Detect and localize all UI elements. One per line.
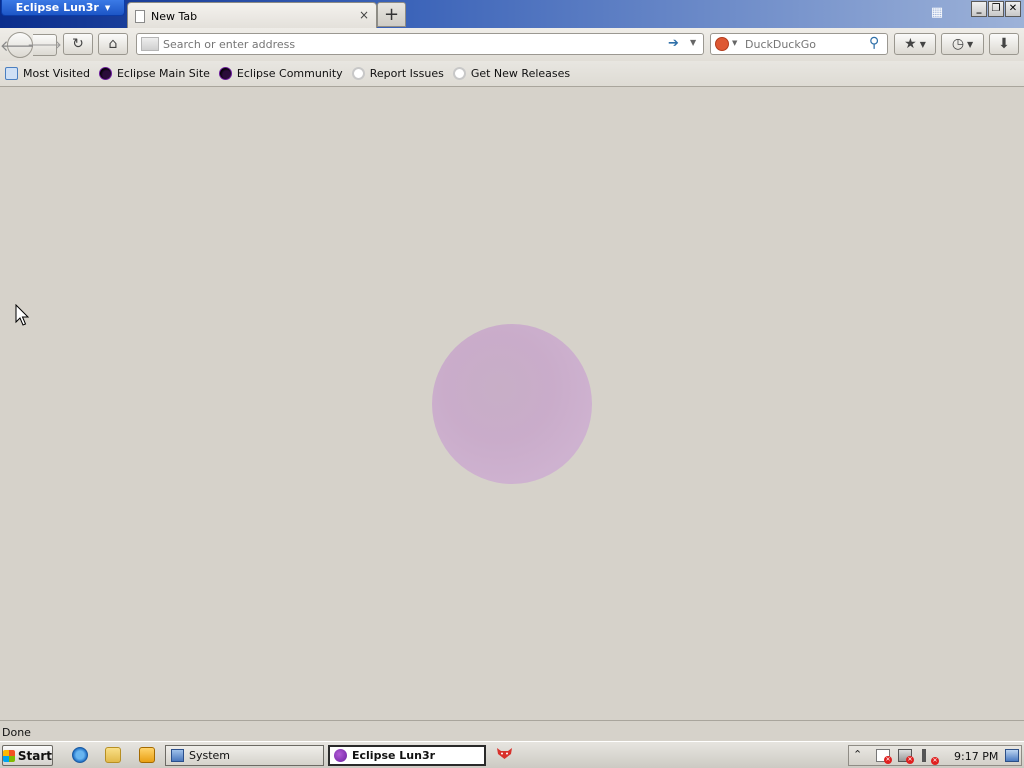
search-icon[interactable]: ⚲ [869,35,879,51]
tab-label: New Tab [151,9,198,23]
chevron-down-icon: ▼ [104,3,111,12]
taskbar-item-label: System [189,749,231,762]
close-window-button[interactable]: ✕ [1005,1,1021,17]
show-desktop-icon[interactable] [1005,749,1019,762]
home-button[interactable]: ⌂ [98,33,128,55]
search-input[interactable] [745,36,865,52]
clock[interactable]: 9:17 PM [954,750,998,763]
taskbar-item-eclipse-lun3r[interactable]: Eclipse Lun3r [328,745,486,766]
eclipse-icon [98,67,112,80]
github-icon [452,67,466,80]
bookmark-get-new-releases[interactable]: Get New Releases [452,67,571,80]
most-visited-icon [5,67,18,80]
address-bar[interactable]: ➔ ▼ [136,33,704,55]
chevron-up-icon[interactable]: ⌃ [853,748,862,761]
chevron-down-icon: ▼ [919,39,926,49]
bookmark-star-icon: ★ [904,36,917,52]
bookmark-label: Most Visited [23,67,90,80]
mouse-cursor-icon [15,304,30,326]
taskbar-item-system[interactable]: System [165,745,324,766]
clock-icon: ◷ [951,36,965,52]
bookmark-most-visited[interactable]: Most Visited [0,67,90,80]
close-tab-icon[interactable]: × [359,8,369,22]
github-icon [351,67,365,80]
volume-icon[interactable]: ✕ [922,749,939,765]
network-icon[interactable]: ✕ [898,749,914,764]
media-player-icon[interactable] [139,747,155,763]
downloads-button[interactable]: ⬇ [989,33,1019,55]
bookmarks-toolbar: Most Visited Eclipse Main Site Eclipse C… [0,61,1024,87]
new-tab-button[interactable]: + [377,2,406,27]
chevron-down-icon[interactable]: ▼ [732,39,737,47]
reload-button[interactable]: ↻ [63,33,93,55]
system-window-icon [171,749,184,762]
duckduckgo-icon[interactable] [715,37,729,51]
minimize-window-button[interactable]: _ [971,1,987,17]
tab-new-tab[interactable]: New Tab × [127,2,377,29]
eclipse-icon [334,749,347,762]
bookmarks-menu-button[interactable]: ★ ▼ [894,33,936,55]
chevron-down-icon: ▼ [967,39,974,49]
page-icon [135,9,145,23]
restore-window-button[interactable]: ❐ [988,1,1004,17]
status-text: Done [2,726,31,739]
taskbar-item-label: Eclipse Lun3r [352,749,436,762]
reload-icon: ↻ [72,36,84,52]
fox-mascot-icon[interactable] [496,747,513,760]
download-arrow-icon: ⬇ [998,36,1010,52]
history-button[interactable]: ◷ ▼ [941,33,984,55]
go-arrow-icon[interactable]: ➔ [668,36,679,51]
bookmark-label: Report Issues [369,67,444,80]
bookmark-label: Eclipse Main Site [116,67,210,80]
eclipse-icon [218,67,232,80]
internet-explorer-icon[interactable] [72,747,88,763]
bookmark-label: Eclipse Community [236,67,343,80]
moon-logo-icon [432,324,592,484]
site-identity-icon[interactable] [141,37,159,51]
app-menu-label: Eclipse Lun3r [15,1,99,14]
action-center-icon[interactable]: ✕ [876,749,892,764]
bookmark-eclipse-main-site[interactable]: Eclipse Main Site [98,67,210,80]
status-bar: Done [0,720,1024,742]
search-bar[interactable]: ▼ ⚲ [710,33,888,55]
home-icon: ⌂ [108,36,118,52]
app-menu-button[interactable]: Eclipse Lun3r ▼ [1,0,125,16]
address-input[interactable] [163,36,663,52]
bookmark-label: Get New Releases [470,67,571,80]
windows-logo-icon [3,749,15,762]
bookmark-eclipse-community[interactable]: Eclipse Community [218,67,343,80]
history-dropdown-icon[interactable]: ▼ [690,38,696,47]
system-tray: ⌃ ✕ ✕ ✕ 9:17 PM [848,745,1022,766]
start-label: Start [17,748,52,763]
forward-button[interactable]: 🡒 [27,34,62,56]
bookmark-report-issues[interactable]: Report Issues [351,67,444,80]
plus-icon: + [383,4,400,25]
start-button[interactable]: Start [2,745,53,766]
forward-arrow-icon: 🡒 [27,38,62,53]
folder-icon[interactable] [105,747,121,763]
list-all-tabs-icon[interactable]: ▦ [930,6,944,20]
